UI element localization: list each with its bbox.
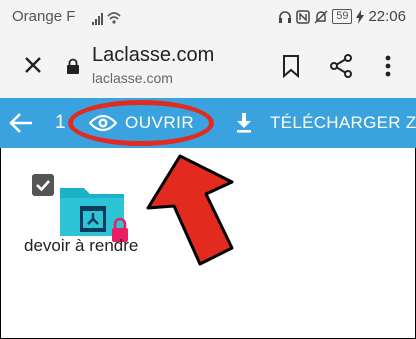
back-arrow-icon[interactable]	[8, 111, 34, 135]
file-name: devoir à rendre	[24, 236, 139, 255]
charging-icon	[356, 9, 365, 24]
status-bar: Orange F 59 22:06	[0, 0, 416, 36]
signal-wifi-icon	[92, 12, 121, 25]
custom-tab-bar: Laclasse.com laclasse.com	[0, 36, 416, 98]
carrier-name: Orange F	[12, 8, 76, 25]
page-domain: laclasse.com	[92, 70, 173, 86]
download-zip-button[interactable]: TÉLÉCHARGER ZIP	[236, 104, 416, 142]
nfc-icon	[296, 9, 310, 24]
status-right: 59 22:06	[278, 8, 406, 25]
more-vert-icon[interactable]	[384, 54, 392, 78]
page-title: Laclasse.com	[92, 44, 215, 66]
checkbox-checked-icon[interactable]	[32, 174, 54, 196]
download-zip-label: TÉLÉCHARGER ZIP	[270, 113, 416, 132]
lock-icon	[67, 58, 79, 74]
download-icon	[237, 113, 251, 133]
bookmark-icon[interactable]	[282, 54, 300, 78]
clock: 22:06	[368, 8, 406, 25]
battery-level: 59	[332, 9, 353, 24]
headset-icon	[279, 10, 292, 23]
close-icon[interactable]	[22, 54, 44, 76]
annotation-highlight-oval	[68, 100, 214, 146]
annotation-arrow-icon	[146, 154, 234, 266]
share-icon[interactable]	[329, 54, 353, 78]
mute-icon	[314, 10, 328, 23]
selected-count: 1	[55, 112, 66, 133]
